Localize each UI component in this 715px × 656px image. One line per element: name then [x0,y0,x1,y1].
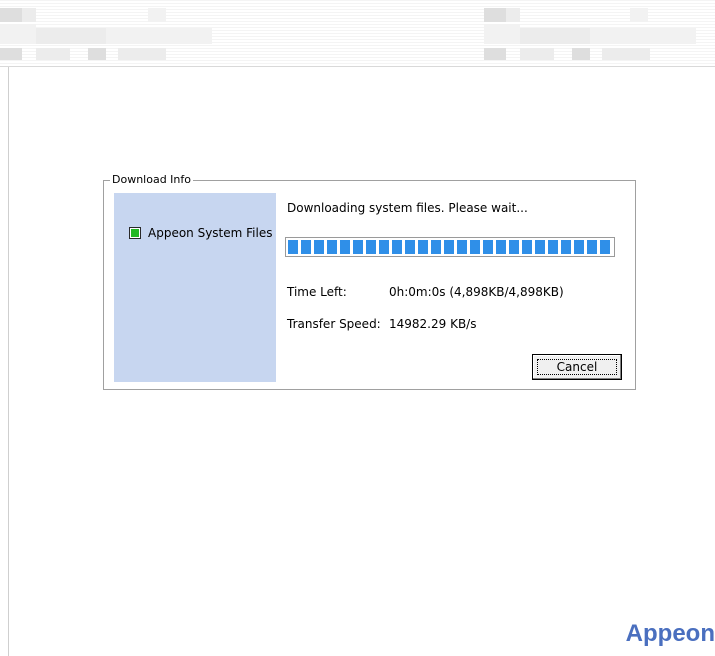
green-square-check-icon [129,227,141,239]
header-divider [0,66,715,67]
time-left-value: 0h:0m:0s (4,898KB/4,898KB) [389,285,564,299]
time-left-label: Time Left: [287,285,347,299]
appeon-logo: Appeon [625,620,715,647]
groupbox-title: Download Info [110,173,193,187]
component-item-appeon-system-files: Appeon System Files [129,226,272,240]
transfer-speed-value: 14982.29 KB/s [389,317,477,331]
header-banner [0,0,715,66]
status-message: Downloading system files. Please wait... [287,201,528,215]
component-list-panel [114,193,276,382]
transfer-speed-label: Transfer Speed: [287,317,381,331]
cancel-button-label: Cancel [537,359,617,375]
download-page: Download Info Appeon System Files Downlo… [0,0,715,656]
progress-fill [288,240,612,254]
component-label: Appeon System Files [148,226,273,240]
left-border [8,67,9,656]
download-progress-bar [285,237,615,257]
cancel-button[interactable]: Cancel [532,354,622,380]
